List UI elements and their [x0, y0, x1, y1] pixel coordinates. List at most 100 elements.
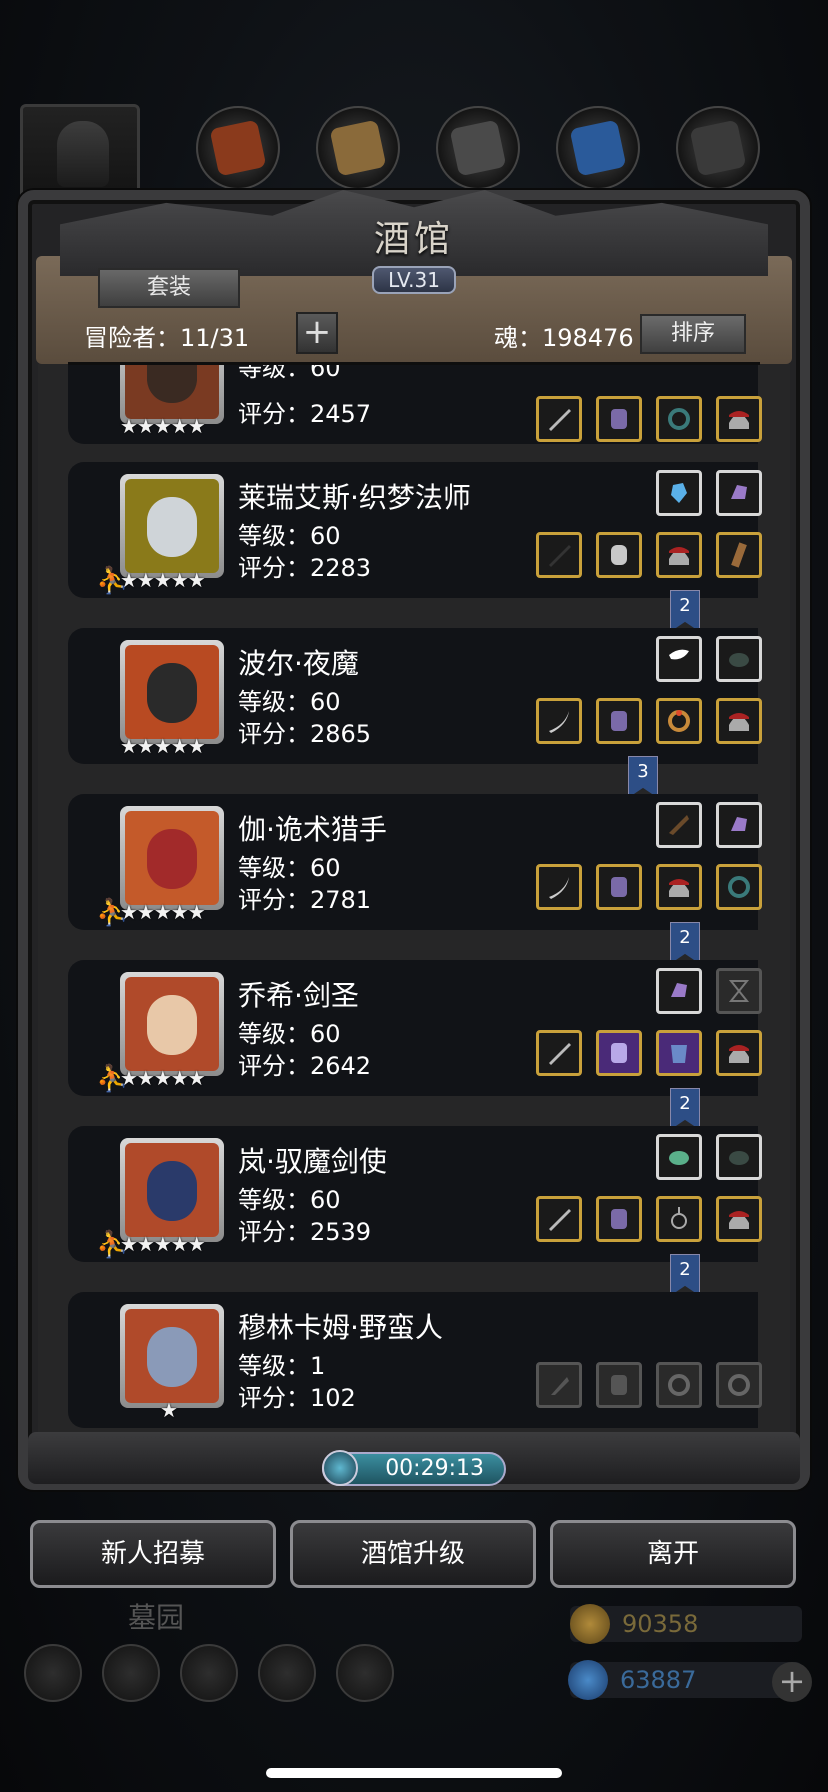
amethyst-slot[interactable]: [716, 802, 762, 848]
mail-icon[interactable]: [258, 1644, 316, 1702]
leave-button[interactable]: 离开: [550, 1520, 796, 1588]
armor-slot[interactable]: [596, 1030, 642, 1076]
hero-row[interactable]: ★ 穆林卡姆·野蛮人 等级：1 评分：102: [68, 1292, 762, 1428]
feather-slot[interactable]: [656, 636, 702, 682]
helmet-slot[interactable]: [656, 864, 702, 910]
hero-name: 穆林卡姆·野蛮人: [238, 1311, 443, 1344]
hero-row[interactable]: ⛹ ★★★★★ 乔希·剑圣 等级：60 评分：2642: [68, 960, 762, 1096]
stone-resource-icon: [436, 106, 520, 190]
hero-row[interactable]: ⛹ ★★★★★ 莱瑞艾斯·织梦法师 等级：60 评分：2283: [68, 462, 762, 598]
hero-score: 评分：2781: [238, 886, 372, 914]
weapon-slot[interactable]: [536, 396, 582, 442]
badge-icon[interactable]: [102, 1644, 160, 1702]
armor-slot[interactable]: [596, 532, 642, 578]
hero-score: 评分：102: [238, 1384, 356, 1412]
hero-score: 评分：2642: [238, 1052, 372, 1080]
ring-slot[interactable]: [656, 396, 702, 442]
wood-slot[interactable]: [716, 532, 762, 578]
group-ribbon: 2: [670, 590, 700, 632]
hero-row[interactable]: ⛹ ★★★★★ 伽·诡术猎手 等级：60 评分：2781: [68, 794, 762, 930]
iron-resource-icon: [676, 106, 760, 190]
gold-count: 90358: [622, 1610, 699, 1638]
weapon-slot[interactable]: [536, 698, 582, 744]
amulet-slot[interactable]: [656, 1196, 702, 1242]
gem-icon: [568, 1660, 608, 1700]
helmet-slot[interactable]: [716, 1196, 762, 1242]
helmet-slot[interactable]: [656, 532, 702, 578]
hero-name: 莱瑞艾斯·织梦法师: [238, 481, 471, 514]
hero-level: 等级：1: [238, 1352, 326, 1380]
empty-weapon-slot[interactable]: [536, 1362, 582, 1408]
guild-icon[interactable]: [336, 1644, 394, 1702]
meat-resource-icon: [196, 106, 280, 190]
hero-name: 岚·驭魔剑使: [238, 1145, 387, 1178]
hero-level: 等级：60: [238, 1186, 341, 1214]
hero-name: 乔希·剑圣: [238, 979, 359, 1012]
runner-icon: ⛹: [96, 1064, 129, 1094]
armor-slot[interactable]: [596, 864, 642, 910]
group-ribbon: 2: [670, 1254, 700, 1296]
helmet-slot[interactable]: [716, 698, 762, 744]
add-slot-button[interactable]: +: [296, 312, 338, 354]
armor-slot[interactable]: [656, 1030, 702, 1076]
amethyst-slot[interactable]: [716, 470, 762, 516]
crossbow-slot[interactable]: [656, 802, 702, 848]
empty-ring-slot[interactable]: [656, 1362, 702, 1408]
weapon-slot[interactable]: [536, 864, 582, 910]
runner-icon: ⛹: [96, 1230, 129, 1260]
group-ribbon: 3: [628, 756, 658, 798]
hero-score: 评分：2539: [238, 1218, 372, 1246]
hero-stars: ★★★★★: [120, 1232, 206, 1256]
armor-slot[interactable]: [596, 1196, 642, 1242]
shop-icon[interactable]: [180, 1644, 238, 1702]
hero-stars: ★: [160, 1398, 178, 1422]
add-gems-button[interactable]: +: [772, 1662, 812, 1702]
hero-stars: ★★★★★: [120, 568, 206, 592]
helmet-slot[interactable]: [716, 1030, 762, 1076]
stone-slot[interactable]: [716, 1134, 762, 1180]
weapon-slot[interactable]: [536, 532, 582, 578]
sort-button[interactable]: 排序: [640, 314, 746, 354]
soul-count: 魂：198476: [494, 324, 634, 352]
ring-slot[interactable]: [716, 864, 762, 910]
upgrade-tavern-button[interactable]: 酒馆升级: [290, 1520, 536, 1588]
hero-name: 波尔·夜魔: [238, 647, 359, 680]
tavern-level-badge: LV.31: [372, 266, 456, 294]
hero-stars: ★★★★★: [120, 734, 206, 758]
ring-slot[interactable]: [656, 698, 702, 744]
hero-row[interactable]: ⛹ ★★★★★ 岚·驭魔剑使 等级：60 评分：2539: [68, 1126, 762, 1262]
outfit-button[interactable]: 套装: [98, 268, 240, 308]
divider: [68, 362, 760, 365]
hero-name: 伽·诡术猎手: [238, 813, 387, 846]
group-ribbon: 2: [670, 1088, 700, 1130]
crystal-slot[interactable]: [656, 470, 702, 516]
armor-slot[interactable]: [596, 396, 642, 442]
hero-stars: ★★★★★: [120, 900, 206, 924]
hero-level: 等级：60: [238, 854, 341, 882]
hero-level: 等级：60: [238, 688, 341, 716]
weapon-slot[interactable]: [536, 1196, 582, 1242]
stone-slot[interactable]: [716, 636, 762, 682]
hero-score: 评分：2457: [238, 400, 372, 428]
recruit-button[interactable]: 新人招募: [30, 1520, 276, 1588]
hero-score: 评分：2283: [238, 554, 372, 582]
wood-resource-icon: [316, 106, 400, 190]
weapon-slot[interactable]: [536, 1030, 582, 1076]
empty-hourglass-slot[interactable]: [716, 968, 762, 1014]
hero-row[interactable]: ★★★★★ 波尔·夜魔 等级：60 评分：2865: [68, 628, 762, 764]
runner-icon: ⛹: [96, 898, 129, 928]
empty-ring-slot[interactable]: [716, 1362, 762, 1408]
empty-armor-slot[interactable]: [596, 1362, 642, 1408]
hero-stars: ★★★★★: [120, 1066, 206, 1090]
settings-icon[interactable]: [24, 1644, 82, 1702]
jade-slot[interactable]: [656, 1134, 702, 1180]
group-ribbon: 2: [670, 922, 700, 964]
amethyst-slot[interactable]: [656, 968, 702, 1014]
hero-row[interactable]: ★★★★★ 等级：60 评分：2457: [68, 364, 762, 444]
hero-list[interactable]: ★★★★★ 等级：60 评分：2457 ⛹ ★★★★★ 莱瑞艾斯·织梦法师 等级…: [38, 364, 790, 1452]
armor-slot[interactable]: [596, 698, 642, 744]
gold-coin-icon: [570, 1604, 610, 1644]
hero-level: 等级：60: [238, 1020, 341, 1048]
helmet-slot[interactable]: [716, 396, 762, 442]
home-indicator[interactable]: [266, 1768, 562, 1778]
